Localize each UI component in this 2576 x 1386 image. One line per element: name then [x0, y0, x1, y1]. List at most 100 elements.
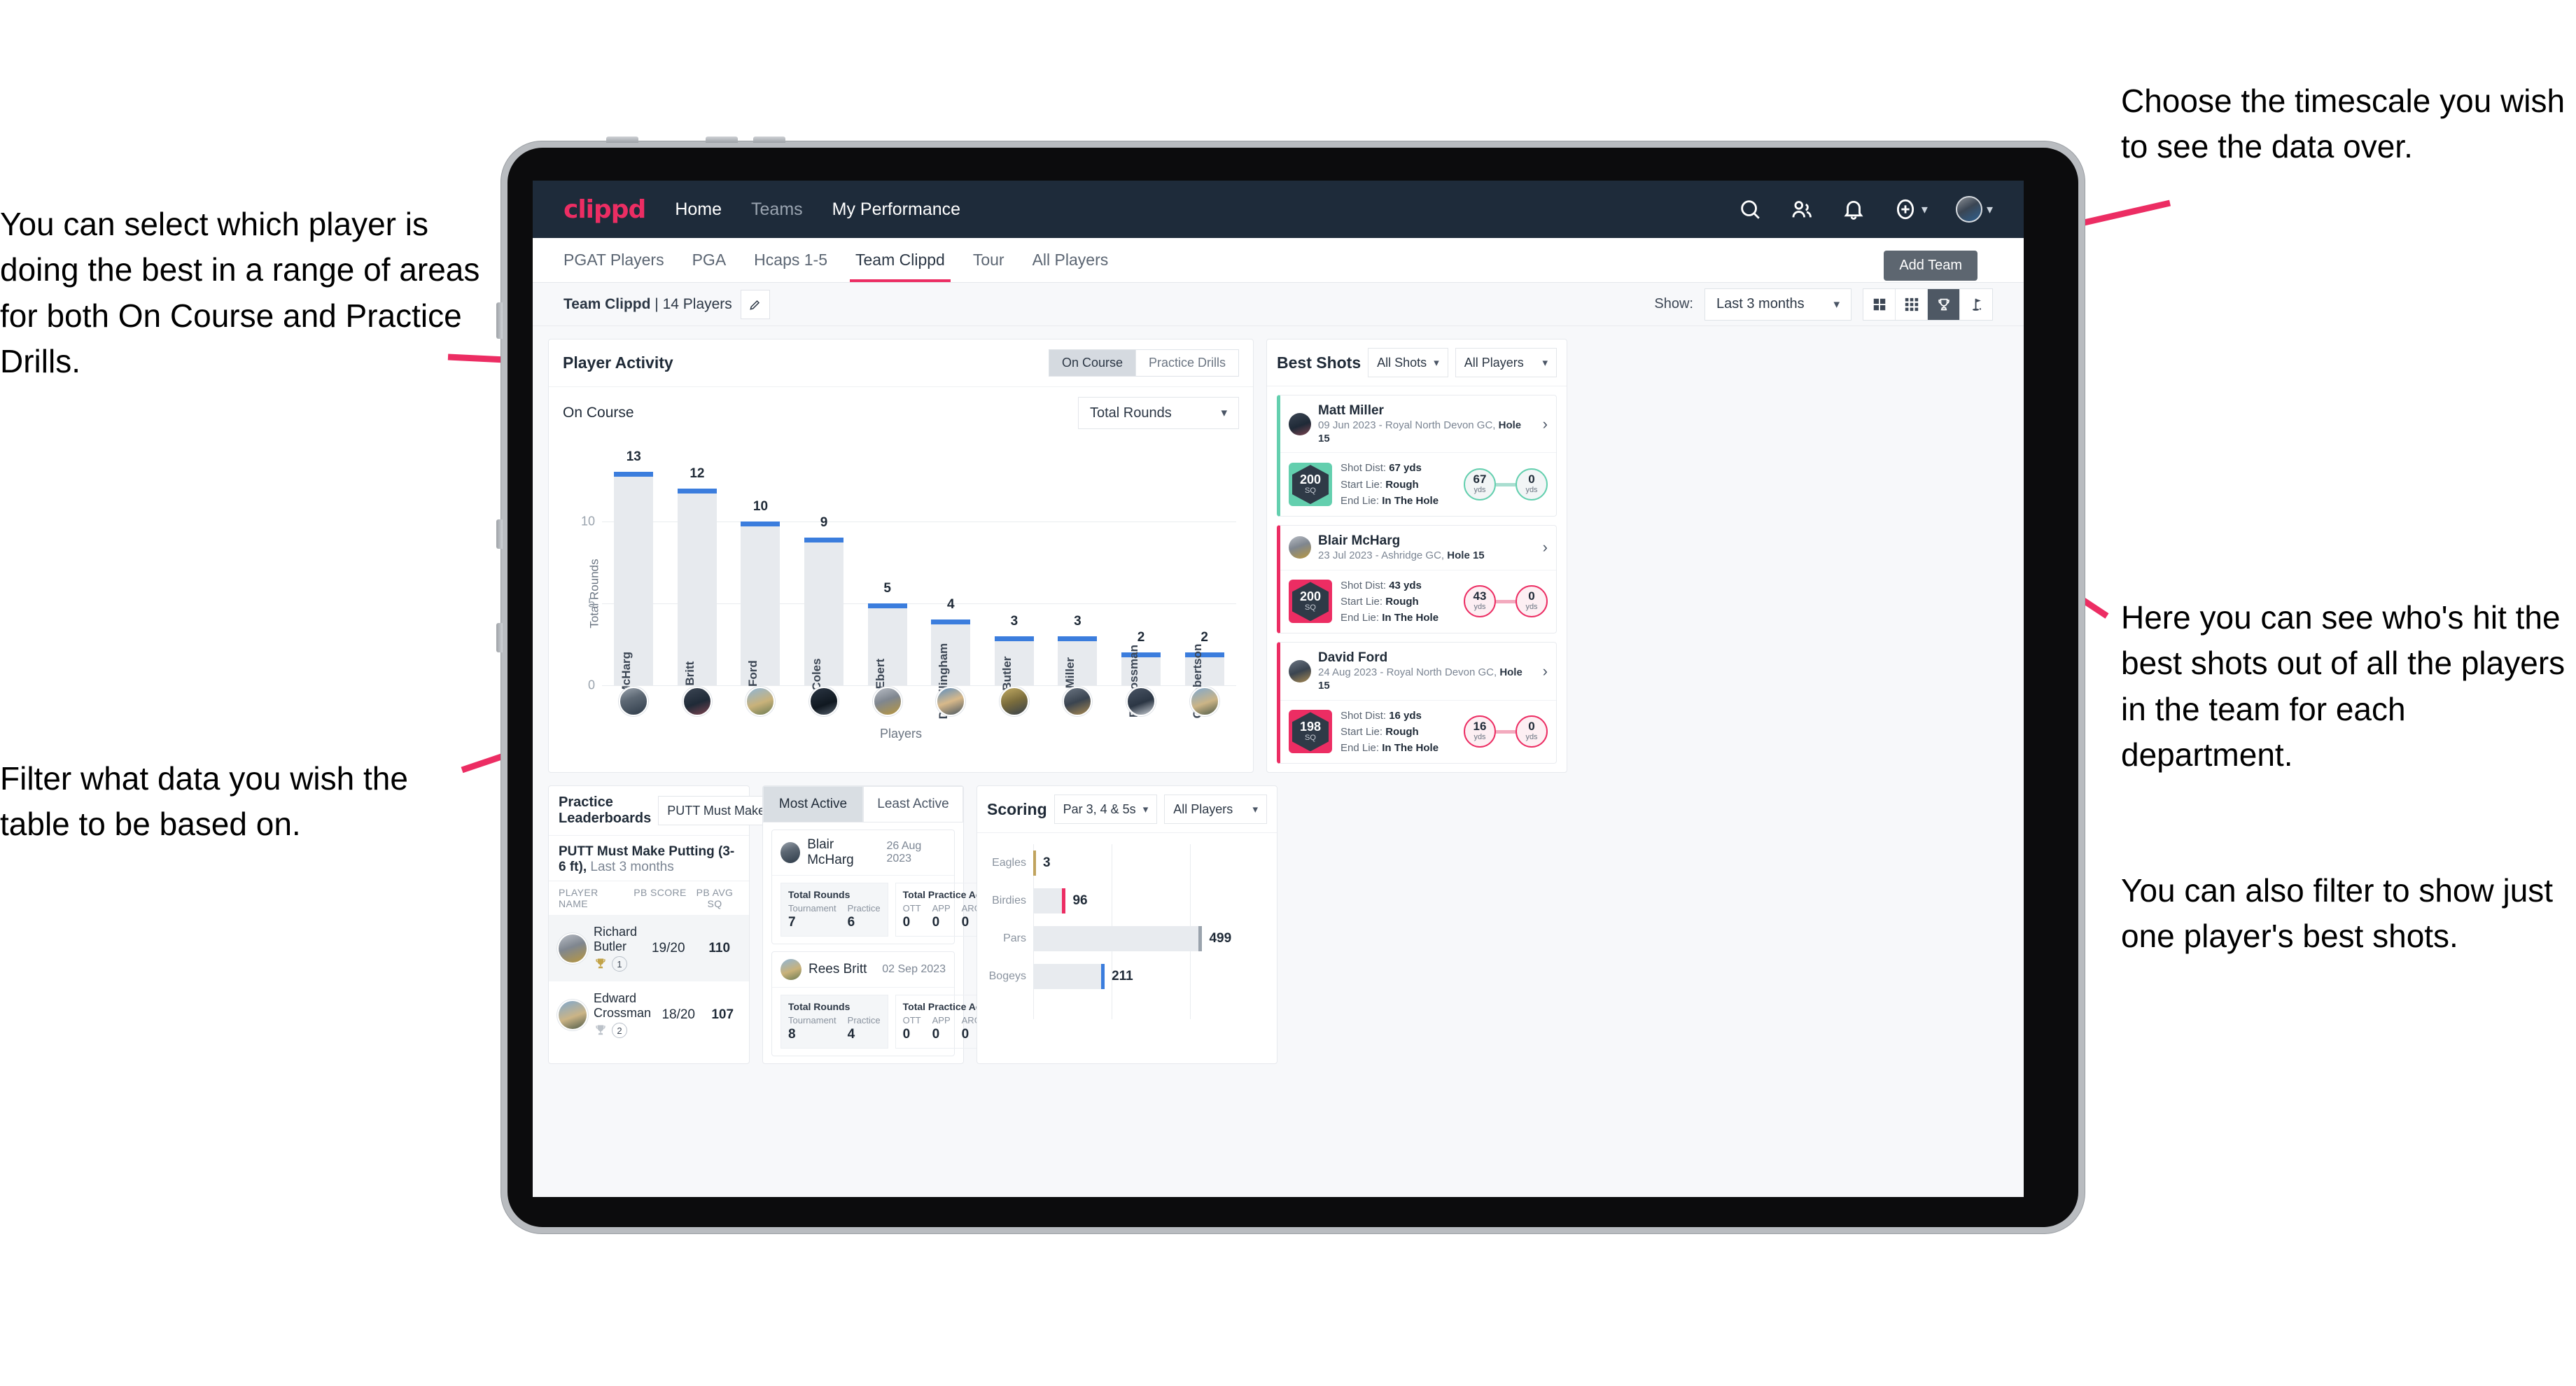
chevron-right-icon[interactable]: › — [1543, 662, 1548, 680]
scoring-bar-value: 96 — [1072, 893, 1088, 909]
activity-player-card[interactable]: Blair McHarg 26 Aug 2023 Total Rounds Tourn… — [771, 830, 1024, 945]
scoring-bar[interactable] — [1033, 888, 1066, 914]
chart-y-axis-title: Total Rounds — [587, 559, 601, 629]
scoring-bar[interactable] — [1033, 926, 1203, 952]
bar-column[interactable]: 2 C. Robertson — [1172, 456, 1236, 718]
tab-hcaps-1-5[interactable]: Hcaps 1-5 — [740, 238, 841, 282]
player-avatar[interactable] — [999, 687, 1029, 716]
scoring-bar-row[interactable]: Eagles 3 — [987, 844, 1264, 882]
stat-label: Practice — [847, 1015, 881, 1026]
plus-circle-icon[interactable] — [1893, 197, 1917, 221]
bar[interactable]: D. Billingham — [931, 620, 971, 719]
scoring-bar-row[interactable]: Birdies 96 — [987, 882, 1264, 920]
player-avatar[interactable] — [1289, 412, 1311, 435]
bar-column[interactable]: 3 M. Miller — [1046, 456, 1110, 705]
chevron-right-icon[interactable]: › — [1543, 415, 1548, 433]
bar[interactable]: E. Crossman — [1121, 645, 1161, 718]
player-avatar[interactable] — [1189, 687, 1219, 716]
bell-icon[interactable] — [1842, 197, 1865, 221]
player-avatar[interactable] — [936, 687, 966, 716]
player-avatar[interactable] — [780, 959, 802, 981]
player-avatar[interactable] — [1289, 659, 1311, 682]
segment-practice-drills[interactable]: Practice Drills — [1136, 350, 1238, 376]
bar[interactable]: C. Robertson — [1184, 644, 1224, 718]
nav-link-my-performance[interactable]: My Performance — [832, 200, 960, 220]
tab-team-clippd[interactable]: Team Clippd — [841, 238, 959, 282]
activity-player-card[interactable]: Rees Britt 02 Sep 2023 Total Rounds Tournam… — [771, 951, 1024, 1057]
start-lie-line: Start Lie: Rough — [1340, 725, 1419, 738]
tab-all-players[interactable]: All Players — [1018, 238, 1123, 282]
bar[interactable]: J. Coles — [804, 538, 844, 704]
player-avatar[interactable] — [872, 687, 902, 716]
nav-link-teams[interactable]: Teams — [751, 200, 803, 220]
tab-least-active[interactable]: Least Active — [863, 786, 963, 823]
scoring-bar[interactable] — [1033, 850, 1036, 876]
y-axis-tick: 0 — [587, 678, 595, 692]
bar-column[interactable]: 4 D. Billingham — [919, 456, 983, 719]
tab-most-active[interactable]: Most Active — [763, 786, 863, 823]
leaderboard-row[interactable]: Edward Crossman 2 18/20 107 — [549, 981, 749, 1048]
plus-circle-dropdown[interactable]: ▾ — [1893, 197, 1928, 221]
best-shot-card[interactable]: Blair McHarg 23 Jul 2023 - Ashridge GC, H… — [1277, 525, 1557, 634]
best-shot-card[interactable]: David Ford 24 Aug 2023 - Royal North Devo… — [1277, 642, 1557, 764]
tablet-button-top-2 — [706, 136, 738, 143]
edit-team-button[interactable] — [740, 289, 770, 319]
scoring-player-filter[interactable]: All Players ▾ — [1164, 794, 1267, 825]
people-icon[interactable] — [1790, 197, 1814, 221]
player-avatar[interactable] — [1063, 687, 1093, 716]
tab-pgat-players[interactable]: PGAT Players — [564, 238, 678, 282]
user-menu[interactable]: ▾ — [1955, 196, 1993, 223]
scoring-bar[interactable] — [1033, 964, 1105, 990]
total-rounds-box: Total Rounds Tournament 7 Practice 6 — [780, 883, 888, 937]
search-icon[interactable] — [1738, 197, 1762, 221]
view-mode-flag[interactable] — [1960, 289, 1992, 320]
scoring-par-filter[interactable]: Par 3, 4 & 5s ▾ — [1054, 794, 1158, 825]
player-avatar[interactable] — [1126, 687, 1156, 716]
bar[interactable]: D. Ford — [741, 521, 780, 702]
player-avatar[interactable] — [559, 1000, 587, 1029]
rank-indicator: 1 — [594, 956, 637, 972]
bar-column[interactable]: 13 B. McHarg — [602, 449, 666, 710]
best-shots-shot-filter[interactable]: All Shots ▾ — [1368, 348, 1448, 377]
bar[interactable]: R. Britt — [677, 488, 717, 701]
tab-pga[interactable]: PGA — [678, 238, 741, 282]
nav-link-home[interactable]: Home — [675, 200, 722, 220]
shot-quality-value: 198 — [1299, 720, 1322, 734]
segment-on-course[interactable]: On Course — [1049, 350, 1136, 376]
bar[interactable]: R. Butler — [994, 636, 1034, 706]
tab-tour[interactable]: Tour — [959, 238, 1018, 282]
chevron-right-icon[interactable]: › — [1543, 538, 1548, 556]
bar-column[interactable]: 10 D. Ford — [729, 456, 792, 702]
scoring-bar-row[interactable]: Bogeys 211 — [987, 958, 1264, 995]
bar[interactable]: B. McHarg — [614, 472, 654, 710]
player-avatar[interactable] — [809, 687, 839, 716]
bar[interactable]: M. Miller — [1058, 636, 1098, 705]
best-shot-card[interactable]: Matt Miller 09 Jun 2023 - Royal North Dev… — [1277, 395, 1557, 517]
clippd-logo[interactable]: clippd — [564, 195, 646, 224]
bar-column[interactable]: 3 R. Butler — [983, 456, 1046, 706]
timescale-select[interactable]: Last 3 months ▾ — [1704, 288, 1851, 321]
view-mode-trophy[interactable] — [1928, 288, 1960, 320]
leaderboard-row[interactable]: Richard Butler 1 19/20 110 — [549, 915, 749, 982]
scoring-bar-row[interactable]: Pars 499 — [987, 920, 1264, 958]
bar[interactable]: E. Ebert — [867, 603, 907, 704]
best-shots-player-filter[interactable]: All Players ▾ — [1455, 348, 1557, 377]
player-avatar[interactable] — [780, 842, 801, 864]
player-avatar[interactable] — [746, 687, 776, 716]
stat-label: APP — [932, 903, 951, 914]
bar-column[interactable]: 12 R. Britt — [666, 456, 729, 701]
player-avatar[interactable] — [559, 934, 587, 962]
player-name: Blair McHarg — [807, 837, 854, 868]
player-avatar[interactable] — [619, 687, 649, 716]
team-name: Team Clippd — [564, 295, 651, 312]
bar-column[interactable]: 5 E. Ebert — [855, 456, 919, 704]
avatar[interactable] — [1955, 196, 1982, 223]
player-avatar[interactable] — [1289, 536, 1311, 559]
view-mode-grid-3x3[interactable] — [1896, 288, 1928, 320]
player-avatar[interactable] — [682, 687, 712, 716]
view-mode-grid-2x2[interactable] — [1863, 288, 1896, 320]
bar-column[interactable]: 9 J. Coles — [792, 456, 856, 704]
stat-label: Practice — [847, 903, 881, 914]
bar-column[interactable]: 2 E. Crossman — [1110, 456, 1173, 718]
player-activity-metric-select[interactable]: Total Rounds ▾ — [1078, 397, 1239, 429]
